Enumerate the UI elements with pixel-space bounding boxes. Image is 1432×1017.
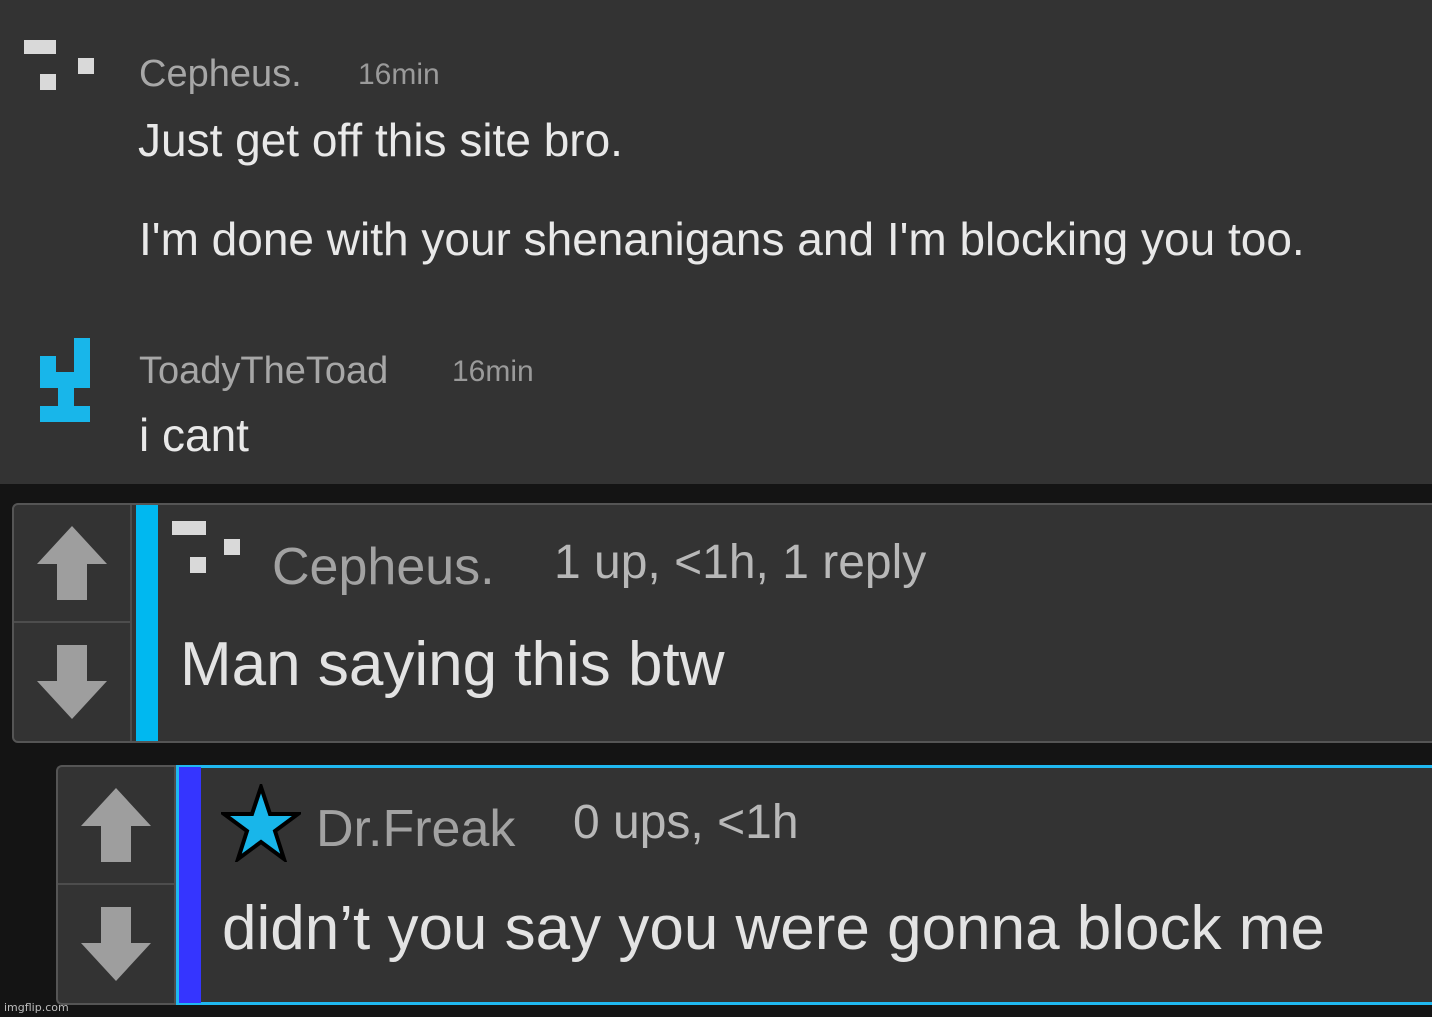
- reply-accent-bar: [179, 767, 201, 1003]
- comment-timestamp: 16min: [452, 355, 534, 388]
- comment-username[interactable]: Dr.Freak: [316, 799, 515, 859]
- comment-text-line: i cant: [139, 409, 249, 461]
- comment-panel: Cepheus. 16min Just get off this site br…: [0, 0, 1432, 484]
- comment-username[interactable]: Cepheus.: [272, 537, 495, 597]
- comment-text: Man saying this btw: [180, 630, 725, 699]
- arrow-up-icon: [37, 526, 107, 600]
- thread-comment-card: Dr.Freak 0 ups, <1h didn’t you say you w…: [56, 765, 1432, 1005]
- reply-accent-bar: [136, 505, 158, 741]
- comment-timestamp: 16min: [358, 58, 440, 91]
- arrow-up-icon: [81, 788, 151, 862]
- arrow-down-icon: [37, 645, 107, 719]
- comment-meta: 0 ups, <1h: [573, 796, 799, 849]
- comment-text-line: Just get off this site bro.: [138, 114, 623, 166]
- comment-text-line: I'm done with your shenanigans and I'm b…: [139, 213, 1305, 265]
- comment-username[interactable]: ToadyTheToad: [139, 350, 388, 393]
- vote-column: [58, 767, 176, 1003]
- upvote-button[interactable]: [58, 767, 174, 885]
- vote-column: [14, 505, 132, 741]
- cepheus-avatar-icon[interactable]: [22, 40, 94, 92]
- watermark: imgflip.com: [4, 1001, 69, 1014]
- downvote-button[interactable]: [14, 623, 130, 741]
- comment-text: didn’t you say you were gonna block me: [222, 894, 1325, 963]
- downvote-button[interactable]: [58, 885, 174, 1003]
- arrow-down-icon: [81, 907, 151, 981]
- star-icon[interactable]: [221, 784, 301, 862]
- comment-username[interactable]: Cepheus.: [139, 53, 302, 96]
- toady-avatar-icon[interactable]: [40, 338, 92, 422]
- upvote-button[interactable]: [14, 505, 130, 623]
- comment-meta: 1 up, <1h, 1 reply: [554, 536, 927, 589]
- cepheus-avatar-icon[interactable]: [172, 521, 244, 573]
- thread-comment-card: Cepheus. 1 up, <1h, 1 reply Man saying t…: [12, 503, 1432, 743]
